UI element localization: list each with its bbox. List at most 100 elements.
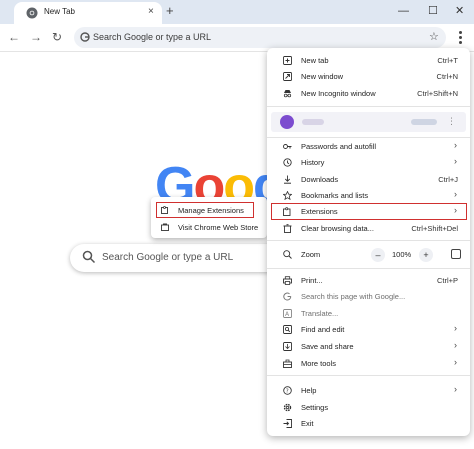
omnibox[interactable]: Search Google or type a URL ☆ — [74, 27, 446, 48]
menu-label: Save and share — [301, 342, 354, 351]
google-g-icon — [80, 32, 90, 42]
web-store-icon — [161, 223, 169, 231]
menu-item-help[interactable]: ? Help › — [267, 382, 470, 398]
menu-item-save-share[interactable]: Save and share › — [267, 338, 470, 354]
back-button[interactable]: ← — [8, 29, 20, 45]
save-share-icon — [283, 342, 292, 351]
menu-label: More tools — [301, 359, 337, 368]
tab-new-tab[interactable]: New Tab × — [14, 2, 162, 24]
menu-item-new-window[interactable]: New window Ctrl+N — [267, 68, 470, 84]
menu-label: Clear browsing data... — [301, 224, 374, 233]
chevron-right-icon: › — [454, 156, 457, 166]
printer-icon — [283, 276, 292, 285]
chevron-right-icon: › — [454, 357, 457, 367]
new-tab-icon — [283, 56, 292, 65]
gear-icon — [283, 403, 292, 412]
highlight-box — [271, 203, 467, 220]
menu-item-print[interactable]: Print... Ctrl+P — [267, 272, 470, 288]
menu-label: Translate... — [301, 309, 339, 318]
reload-button[interactable]: ↻ — [52, 29, 62, 45]
shortcut-text: Ctrl+T — [437, 56, 458, 65]
profile-more-icon[interactable]: ⋮ — [447, 116, 456, 127]
menu-item-new-incognito[interactable]: New Incognito window Ctrl+Shift+N — [267, 85, 470, 101]
help-icon: ? — [283, 386, 292, 395]
menu-item-search-page[interactable]: Search this page with Google... — [267, 288, 470, 304]
menu-item-settings[interactable]: Settings — [267, 399, 470, 415]
menu-label: Settings — [301, 403, 329, 412]
shortcut-text: Ctrl+Shift+N — [417, 89, 458, 98]
menu-label: Print... — [301, 276, 323, 285]
tab-title: New Tab — [44, 7, 75, 16]
toolbox-icon — [283, 359, 292, 368]
menu-item-history[interactable]: History › — [267, 154, 470, 170]
menu-label: Search this page with Google... — [301, 292, 406, 301]
translate-icon: A — [283, 309, 292, 318]
menu-item-passwords[interactable]: Passwords and autofill › — [267, 138, 470, 154]
fullscreen-icon[interactable] — [451, 249, 461, 259]
forward-button[interactable]: → — [30, 29, 42, 45]
shortcut-text: Ctrl+J — [438, 175, 458, 184]
visit-web-store-label: Visit Chrome Web Store — [178, 223, 259, 232]
menu-divider — [267, 268, 470, 269]
menu-label: New window — [301, 72, 344, 81]
avatar — [280, 115, 294, 129]
menu-label: Help — [301, 386, 317, 395]
menu-label: Zoom — [301, 250, 321, 259]
visit-web-store-item[interactable]: Visit Chrome Web Store — [151, 218, 267, 236]
shortcut-text: Ctrl+Shift+Del — [411, 224, 458, 233]
menu-label: History — [301, 158, 325, 167]
shortcut-text: Ctrl+N — [436, 72, 458, 81]
menu-item-bookmarks[interactable]: Bookmarks and lists › — [267, 187, 470, 203]
bookmark-star-icon[interactable]: ☆ — [429, 30, 439, 43]
profile-name-blurred — [302, 119, 324, 125]
chevron-right-icon: › — [454, 189, 457, 199]
menu-divider — [267, 375, 470, 376]
menu-item-zoom: Zoom – 100% + — [267, 246, 470, 262]
exit-icon — [283, 419, 292, 428]
find-edit-icon — [283, 325, 292, 334]
zoom-in-button[interactable]: + — [419, 248, 433, 262]
chrome-menu-button[interactable] — [453, 29, 467, 46]
incognito-icon — [283, 90, 292, 98]
menu-item-clear-data[interactable]: Clear browsing data... Ctrl+Shift+Del — [267, 220, 470, 236]
menu-divider — [267, 240, 470, 241]
search-placeholder: Search Google or type a URL — [102, 252, 234, 263]
tab-close-button[interactable]: × — [148, 6, 154, 18]
maximize-button[interactable]: ☐ — [428, 4, 438, 18]
menu-item-more-tools[interactable]: More tools › — [267, 355, 470, 371]
menu-label: New Incognito window — [301, 89, 376, 98]
highlight-box — [156, 202, 254, 218]
svg-text:?: ? — [286, 389, 289, 395]
chrome-icon — [26, 7, 38, 19]
profile-row[interactable]: ⋮ — [271, 112, 466, 132]
google-g-icon — [283, 292, 292, 301]
menu-label: Bookmarks and lists — [301, 191, 369, 200]
menu-label: Downloads — [301, 175, 339, 184]
close-window-button[interactable]: ✕ — [455, 4, 464, 18]
chevron-right-icon: › — [454, 384, 457, 394]
menu-item-translate[interactable]: A Translate... — [267, 305, 470, 321]
zoom-level: 100% — [392, 250, 412, 259]
minimize-button[interactable]: — — [398, 4, 409, 18]
shortcut-text: Ctrl+P — [436, 276, 458, 285]
chevron-right-icon: › — [454, 340, 457, 350]
star-icon — [283, 191, 292, 200]
search-icon — [82, 250, 96, 264]
menu-item-exit[interactable]: Exit — [267, 415, 470, 431]
new-tab-button[interactable]: + — [166, 4, 174, 18]
menu-item-new-tab[interactable]: New tab Ctrl+T — [267, 52, 470, 68]
menu-label: Find and edit — [301, 325, 345, 334]
chevron-right-icon: › — [454, 140, 457, 150]
omnibox-placeholder: Search Google or type a URL — [93, 32, 212, 42]
menu-label: New tab — [301, 56, 329, 65]
menu-item-downloads[interactable]: Downloads Ctrl+J — [267, 171, 470, 187]
chrome-menu: New tab Ctrl+T New window Ctrl+N New Inc… — [267, 48, 470, 436]
menu-item-find-edit[interactable]: Find and edit › — [267, 321, 470, 337]
trash-icon — [283, 224, 292, 233]
profile-status-blurred — [411, 119, 437, 125]
chevron-right-icon: › — [454, 323, 457, 333]
new-window-icon — [283, 72, 292, 81]
history-icon — [283, 158, 292, 167]
key-icon — [283, 144, 292, 149]
zoom-out-button[interactable]: – — [371, 248, 385, 262]
